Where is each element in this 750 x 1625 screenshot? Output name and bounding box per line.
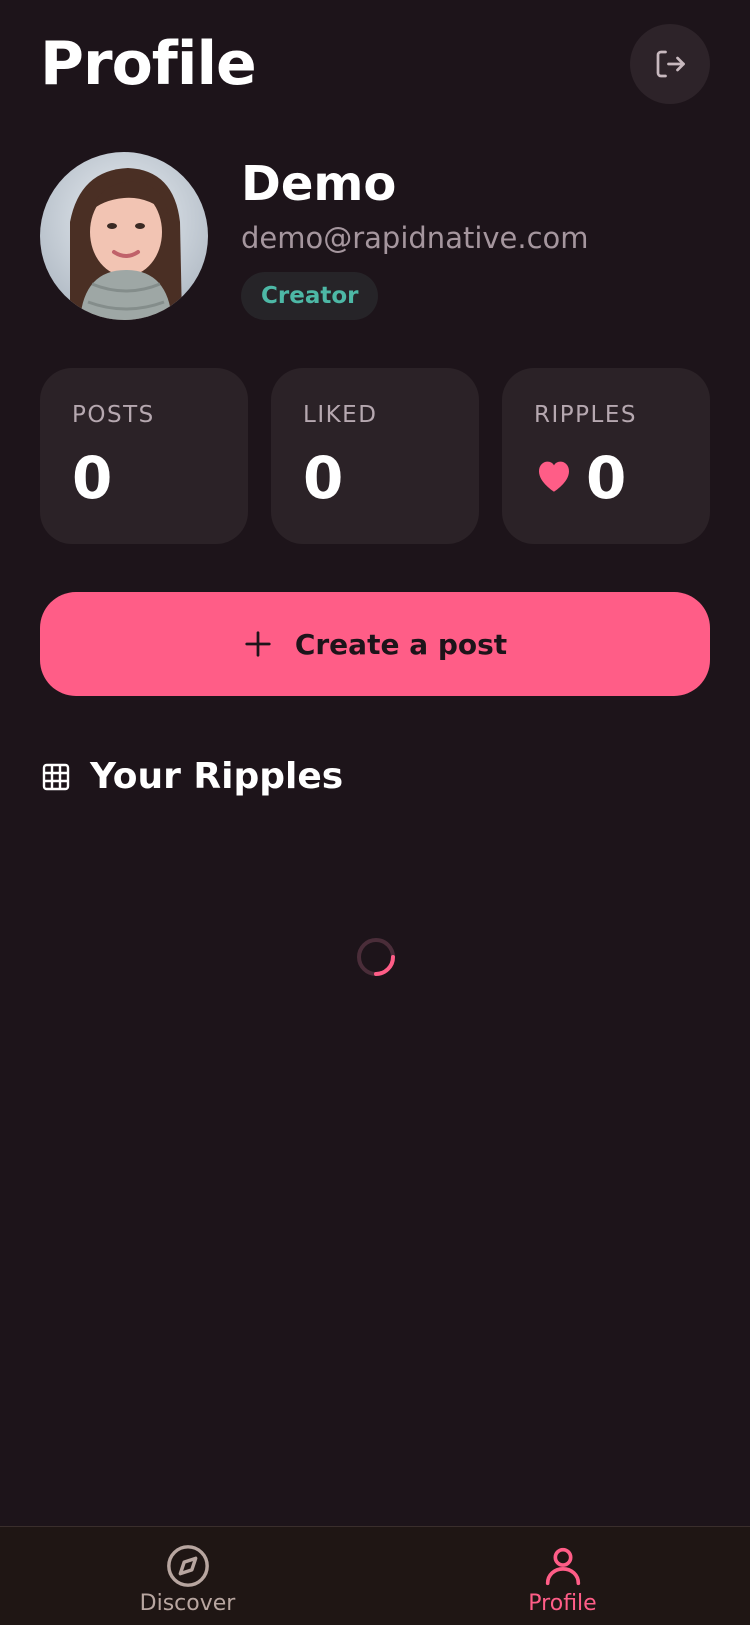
tab-bar: Discover Profile bbox=[0, 1526, 750, 1625]
tab-label: Profile bbox=[528, 1591, 597, 1616]
grid-icon bbox=[40, 761, 72, 793]
person-icon bbox=[545, 1547, 580, 1586]
create-post-label: Create a post bbox=[294, 627, 508, 661]
user-name: Demo bbox=[241, 156, 397, 212]
page-title: Profile bbox=[40, 29, 257, 99]
tab-profile[interactable]: Profile bbox=[375, 1527, 750, 1625]
stat-card-liked: LIKED 0 bbox=[271, 368, 479, 544]
stat-card-posts: POSTS 0 bbox=[40, 368, 248, 544]
user-avatar bbox=[40, 152, 208, 320]
heart-icon bbox=[539, 461, 569, 492]
stat-label: LIKED bbox=[303, 402, 378, 428]
stat-label: RIPPLES bbox=[534, 402, 637, 428]
compass-icon bbox=[166, 1545, 209, 1587]
stat-label: POSTS bbox=[72, 402, 155, 428]
plus-icon bbox=[243, 629, 273, 659]
loading-spinner-icon bbox=[357, 938, 395, 976]
stat-value: 0 bbox=[586, 444, 627, 512]
stats-row: POSTS 0 LIKED 0 RIPPLES 0 bbox=[40, 368, 710, 544]
create-post-button[interactable]: Create a post bbox=[40, 592, 710, 696]
role-badge: Creator bbox=[241, 272, 379, 320]
avatar[interactable] bbox=[40, 152, 208, 320]
tab-discover[interactable]: Discover bbox=[0, 1527, 375, 1625]
stat-value: 0 bbox=[72, 444, 113, 512]
section-header: Your Ripples bbox=[40, 756, 343, 797]
tab-label: Discover bbox=[139, 1591, 236, 1616]
logout-button[interactable] bbox=[630, 24, 710, 104]
stat-card-ripples: RIPPLES 0 bbox=[502, 368, 710, 544]
user-email: demo@rapidnative.com bbox=[241, 221, 589, 255]
stat-value: 0 bbox=[303, 444, 344, 512]
logout-icon bbox=[656, 50, 685, 78]
section-title: Your Ripples bbox=[90, 756, 344, 797]
